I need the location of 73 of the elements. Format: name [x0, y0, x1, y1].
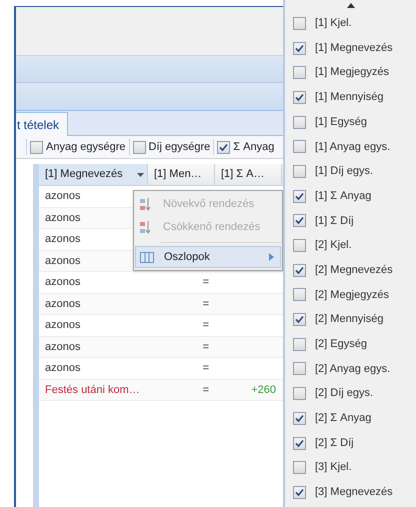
table-cell-text: +260: [251, 382, 276, 398]
menu-item[interactable]: [2] Kjel.: [285, 233, 416, 258]
checkbox[interactable]: [30, 140, 43, 154]
menu-item[interactable]: [1] Anyag egys.: [285, 134, 416, 160]
checkbox[interactable]: [293, 288, 306, 302]
checkbox[interactable]: [293, 16, 306, 30]
menu-item[interactable]: [1] Σ Díj: [285, 208, 416, 234]
table-cell-text: =: [202, 382, 209, 398]
checkbox-label: Díj egységre: [148, 140, 210, 155]
table-cell-text: azonos: [45, 254, 80, 268]
menu-item[interactable]: [3] Kjel.: [285, 455, 416, 480]
menu-item[interactable]: [1] Mennyiség: [285, 85, 416, 110]
checkbox[interactable]: [293, 164, 306, 178]
menu-item[interactable]: [2] Díj egys.: [285, 381, 416, 406]
checkbox[interactable]: [293, 239, 306, 252]
checkbox-label: Anyag egységre: [46, 140, 126, 155]
tab[interactable]: t tételek: [16, 112, 68, 136]
menu-item[interactable]: Oszlopok: [135, 246, 281, 268]
checkbox[interactable]: [293, 387, 306, 400]
checkbox[interactable]: [293, 116, 306, 129]
checkbox[interactable]: [293, 42, 306, 55]
checkbox[interactable]: [293, 313, 306, 326]
submenu-arrow-icon: [269, 253, 274, 261]
column-header[interactable]: [1] Men…: [148, 164, 215, 185]
table-cell-text: azonos: [45, 361, 80, 376]
menu-item[interactable]: [1] Megnevezés: [285, 36, 416, 60]
columns-icon: [140, 250, 154, 264]
table-cell-text: =: [202, 340, 209, 354]
column-header[interactable]: [1] Σ A…: [215, 164, 282, 185]
table-cell-text: Festés utáni kom…: [45, 382, 140, 398]
checkbox-label: Σ Anyag: [233, 140, 274, 155]
checkbox[interactable]: [293, 190, 306, 203]
table-cell-text: azonos: [45, 296, 80, 312]
menu-item[interactable]: [1] Megjegyzés: [285, 60, 416, 86]
menu-item[interactable]: [1] Kjel.: [285, 11, 416, 36]
table-cell-text: azonos: [45, 210, 80, 226]
table-cell-text: =: [202, 275, 209, 290]
table-cell-text: azonos: [45, 275, 80, 290]
column-header[interactable]: [1] Megnevezés: [39, 164, 148, 185]
table-cell-text: azonos: [45, 340, 80, 354]
dropdown-icon[interactable]: [136, 172, 144, 176]
menu-item[interactable]: [3] Megnevezés: [285, 480, 416, 505]
sort-ascending-icon: [139, 197, 153, 212]
table-cell-text: =: [202, 296, 209, 312]
menu-item[interactable]: [1] Egység: [285, 110, 416, 134]
checkbox[interactable]: [293, 338, 306, 351]
menu-item[interactable]: [2] Σ Díj: [285, 430, 416, 456]
sort-descending-icon: [139, 220, 153, 235]
menu-item[interactable]: [2] Mennyiség: [285, 307, 416, 332]
table-cell-text: =: [202, 318, 209, 333]
checkbox[interactable]: [293, 486, 306, 499]
checkbox[interactable]: [132, 140, 146, 154]
table-cell-text: =: [202, 361, 209, 376]
checkbox[interactable]: [293, 461, 306, 474]
checkbox[interactable]: [217, 140, 230, 154]
checkbox[interactable]: [293, 264, 306, 277]
table-cell-text: azonos: [45, 232, 80, 247]
checkbox[interactable]: [293, 66, 306, 80]
checkbox[interactable]: [293, 362, 306, 376]
menu-item[interactable]: [1] Σ Anyag: [285, 184, 416, 208]
menu-item[interactable]: [1] Díj egys.: [285, 159, 416, 184]
menu-item[interactable]: [2] Egység: [285, 332, 416, 357]
menu-item[interactable]: [2] Megnevezés: [285, 258, 416, 283]
checkbox[interactable]: [293, 412, 306, 425]
checkbox[interactable]: [293, 140, 306, 154]
checkbox[interactable]: [293, 436, 306, 450]
menu-item[interactable]: [2] Megjegyzés: [285, 282, 416, 308]
menu-item[interactable]: [2] Anyag egys.: [285, 356, 416, 382]
checkbox[interactable]: [293, 214, 306, 228]
table-cell-text: azonos: [45, 189, 80, 204]
checkbox[interactable]: [293, 90, 306, 104]
menu-item[interactable]: [2] Σ Anyag: [285, 406, 416, 431]
table-cell-text: azonos: [45, 318, 80, 333]
